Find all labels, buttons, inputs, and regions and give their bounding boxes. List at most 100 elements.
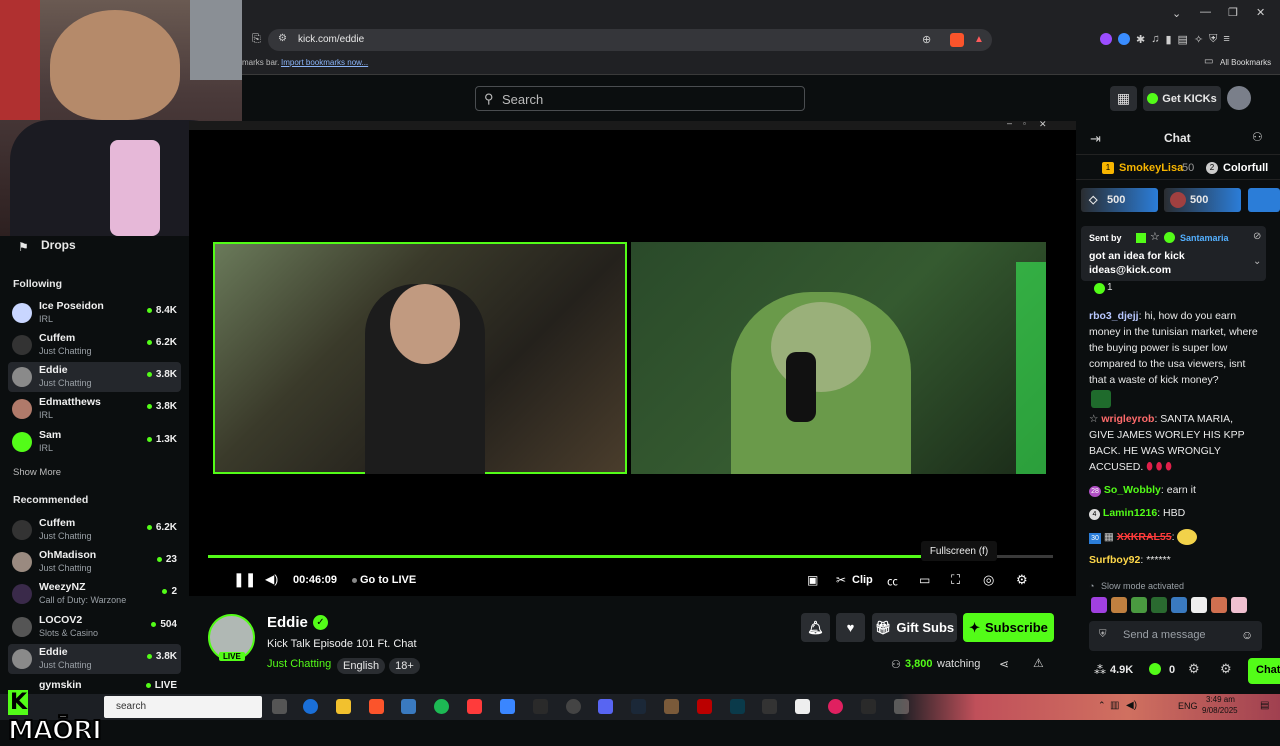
kicks-goal-card[interactable]: ◇ 500 <box>1081 188 1158 212</box>
follow-button[interactable]: ♥ <box>836 613 865 642</box>
leader-name[interactable]: SmokeyLisa <box>1119 162 1183 174</box>
share-icon[interactable]: ⋖ <box>999 657 1009 671</box>
wallet-icon[interactable]: ▤ <box>1178 33 1188 47</box>
bookmark-icon[interactable]: ⎘ <box>252 33 261 46</box>
fullscreen-icon[interactable]: ⛶ <box>951 572 960 588</box>
chat-input[interactable]: ⛨ Send a message ☺ <box>1089 621 1262 651</box>
obs-icon[interactable] <box>566 699 581 714</box>
volume-icon[interactable]: ◀) <box>265 572 278 586</box>
get-kicks-button[interactable]: Get KICKs <box>1143 86 1221 111</box>
sidebar-item-ohmadison[interactable]: OhMadison Just Chatting 23 <box>8 547 181 577</box>
import-bookmarks-link[interactable]: Import bookmarks now... <box>281 58 368 67</box>
emoji-icon[interactable]: ☺ <box>1241 628 1253 642</box>
explorer-icon[interactable] <box>336 699 351 714</box>
vpn-icon[interactable]: ⛨ <box>1209 33 1217 47</box>
app-icon[interactable] <box>401 699 416 714</box>
close-icon[interactable]: ✕ <box>1256 6 1265 19</box>
brave-icon[interactable] <box>369 699 384 714</box>
close-icon[interactable]: ✕ <box>1039 119 1047 130</box>
emote[interactable] <box>1211 597 1227 613</box>
leo-icon[interactable]: ✧ <box>1194 33 1203 47</box>
tag[interactable]: English <box>337 658 386 674</box>
chat-username[interactable]: rbo3_djejj <box>1089 310 1139 322</box>
emote[interactable] <box>1231 597 1247 613</box>
network-icon[interactable]: ▥ <box>1110 700 1119 711</box>
settings-icon[interactable]: ⚙ <box>1188 661 1200 677</box>
app-icon[interactable] <box>664 699 679 714</box>
restore-icon[interactable]: ❐ <box>1228 6 1238 19</box>
clock-date[interactable]: 9/08/2025 <box>1202 706 1238 715</box>
leader-name[interactable]: Colorfull <box>1223 162 1268 174</box>
sidebar-item-locov2[interactable]: LOCOV2 Slots & Casino 504 <box>8 612 181 642</box>
epic-games-icon[interactable] <box>533 699 548 714</box>
zoom-icon[interactable]: ⊕ <box>922 33 931 46</box>
task-view-icon[interactable] <box>272 699 287 714</box>
sidebar-item-eddie-rec[interactable]: Eddie Just Chatting 3.8K <box>8 644 181 674</box>
sidebar-item-weezynz[interactable]: WeezyNZ Call of Duty: Warzone 2 <box>8 579 181 609</box>
settings-icon[interactable]: ⚙ <box>1016 572 1028 588</box>
clock-time[interactable]: 3:49 am <box>1206 695 1235 704</box>
tray-chevron-icon[interactable]: ⌃ <box>1098 700 1106 711</box>
emote[interactable] <box>1111 597 1127 613</box>
theater-mode-icon[interactable]: ▣ <box>807 573 818 587</box>
emote[interactable] <box>1171 597 1187 613</box>
app-icon[interactable] <box>697 699 712 714</box>
menu-icon[interactable]: ≡ <box>1223 33 1229 47</box>
sidebar-item-cuffem-rec[interactable]: Cuffem Just Chatting 6.2K <box>8 515 181 545</box>
points-count[interactable]: 0 <box>1169 664 1175 676</box>
discord-icon[interactable] <box>598 699 613 714</box>
notification-bell-button[interactable]: 🔔︎ <box>801 613 830 642</box>
show-more-link[interactable]: Show More <box>13 467 61 478</box>
app-icon[interactable] <box>500 699 515 714</box>
emote[interactable] <box>1091 597 1107 613</box>
chat-send-button[interactable]: Chat <box>1248 658 1280 684</box>
chat-username[interactable]: Lamin1216 <box>1103 507 1157 519</box>
chevron-down-icon[interactable]: ⌄ <box>1253 256 1261 267</box>
app-icon[interactable] <box>762 699 777 714</box>
emote[interactable] <box>1131 597 1147 613</box>
maximize-icon[interactable]: ▫ <box>1023 119 1026 128</box>
notification-icon[interactable]: ▤ <box>1260 700 1269 711</box>
steam-icon[interactable] <box>631 699 646 714</box>
app-icon[interactable] <box>730 699 745 714</box>
chat-username[interactable]: So_Wobbly <box>1104 484 1161 496</box>
kicks-goal-card[interactable] <box>1248 188 1280 212</box>
pause-icon[interactable]: ❚❚ <box>233 571 256 588</box>
go-to-live-button[interactable]: Go to LIVE <box>360 574 416 586</box>
app-icon[interactable] <box>828 699 843 714</box>
sidebar-item-cuffem[interactable]: Cuffem Just Chatting 6.2K <box>8 330 181 360</box>
puzzle-icon[interactable]: ✱ <box>1136 33 1145 47</box>
epic-games-icon[interactable] <box>861 699 876 714</box>
language-indicator[interactable]: ENG <box>1178 701 1198 711</box>
chevron-down-icon[interactable]: ⌄ <box>1172 7 1181 20</box>
sidebar-item-ice-poseidon[interactable]: Ice Poseidon IRL 8.4K <box>8 298 181 328</box>
pinned-sender[interactable]: Santamaria <box>1180 233 1229 243</box>
captions-icon[interactable]: ㏄ <box>887 573 898 589</box>
category-link[interactable]: Just Chatting <box>267 658 331 670</box>
site-info-icon[interactable]: ⚙ <box>278 33 287 44</box>
sidebar-item-eddie[interactable]: Eddie Just Chatting 3.8K <box>8 362 181 392</box>
chat-username[interactable]: Surfboy92 <box>1089 554 1140 566</box>
sidebar-icon[interactable]: ▮ <box>1165 33 1171 47</box>
store-icon[interactable]: ▦ <box>1110 86 1137 111</box>
all-bookmarks[interactable]: All Bookmarks <box>1220 58 1271 67</box>
volume-icon[interactable]: ◀) <box>1126 700 1137 711</box>
user-avatar[interactable] <box>1227 86 1251 110</box>
emote[interactable] <box>1151 597 1167 613</box>
report-icon[interactable]: ⚠ <box>1033 656 1044 670</box>
url-text[interactable]: kick.com/eddie <box>298 34 364 45</box>
channel-name[interactable]: Eddie <box>267 614 308 631</box>
clip-button[interactable]: Clip <box>852 574 873 586</box>
users-icon[interactable]: ⚇ <box>1252 130 1263 144</box>
gear-icon[interactable]: ⚙ <box>1220 661 1232 677</box>
chat-username[interactable]: wrigleyrob <box>1101 413 1154 425</box>
speed-icon[interactable]: ◎ <box>983 572 994 588</box>
clip-icon[interactable]: ✂ <box>836 573 846 587</box>
spotify-icon[interactable] <box>434 699 449 714</box>
unpin-icon[interactable]: ⊘ <box>1253 231 1261 242</box>
sidebar-item-edmatthews[interactable]: Edmatthews IRL 3.8K <box>8 394 181 424</box>
gift-subs-button[interactable]: 🎁︎ Gift Subs <box>872 613 957 642</box>
pinned-message[interactable]: Sent by ☆ Santamaria ⊘ got an idea for k… <box>1081 226 1266 281</box>
collapse-chat-icon[interactable]: ⇥ <box>1090 131 1101 147</box>
kicks-goal-card[interactable]: 500 <box>1164 188 1241 212</box>
